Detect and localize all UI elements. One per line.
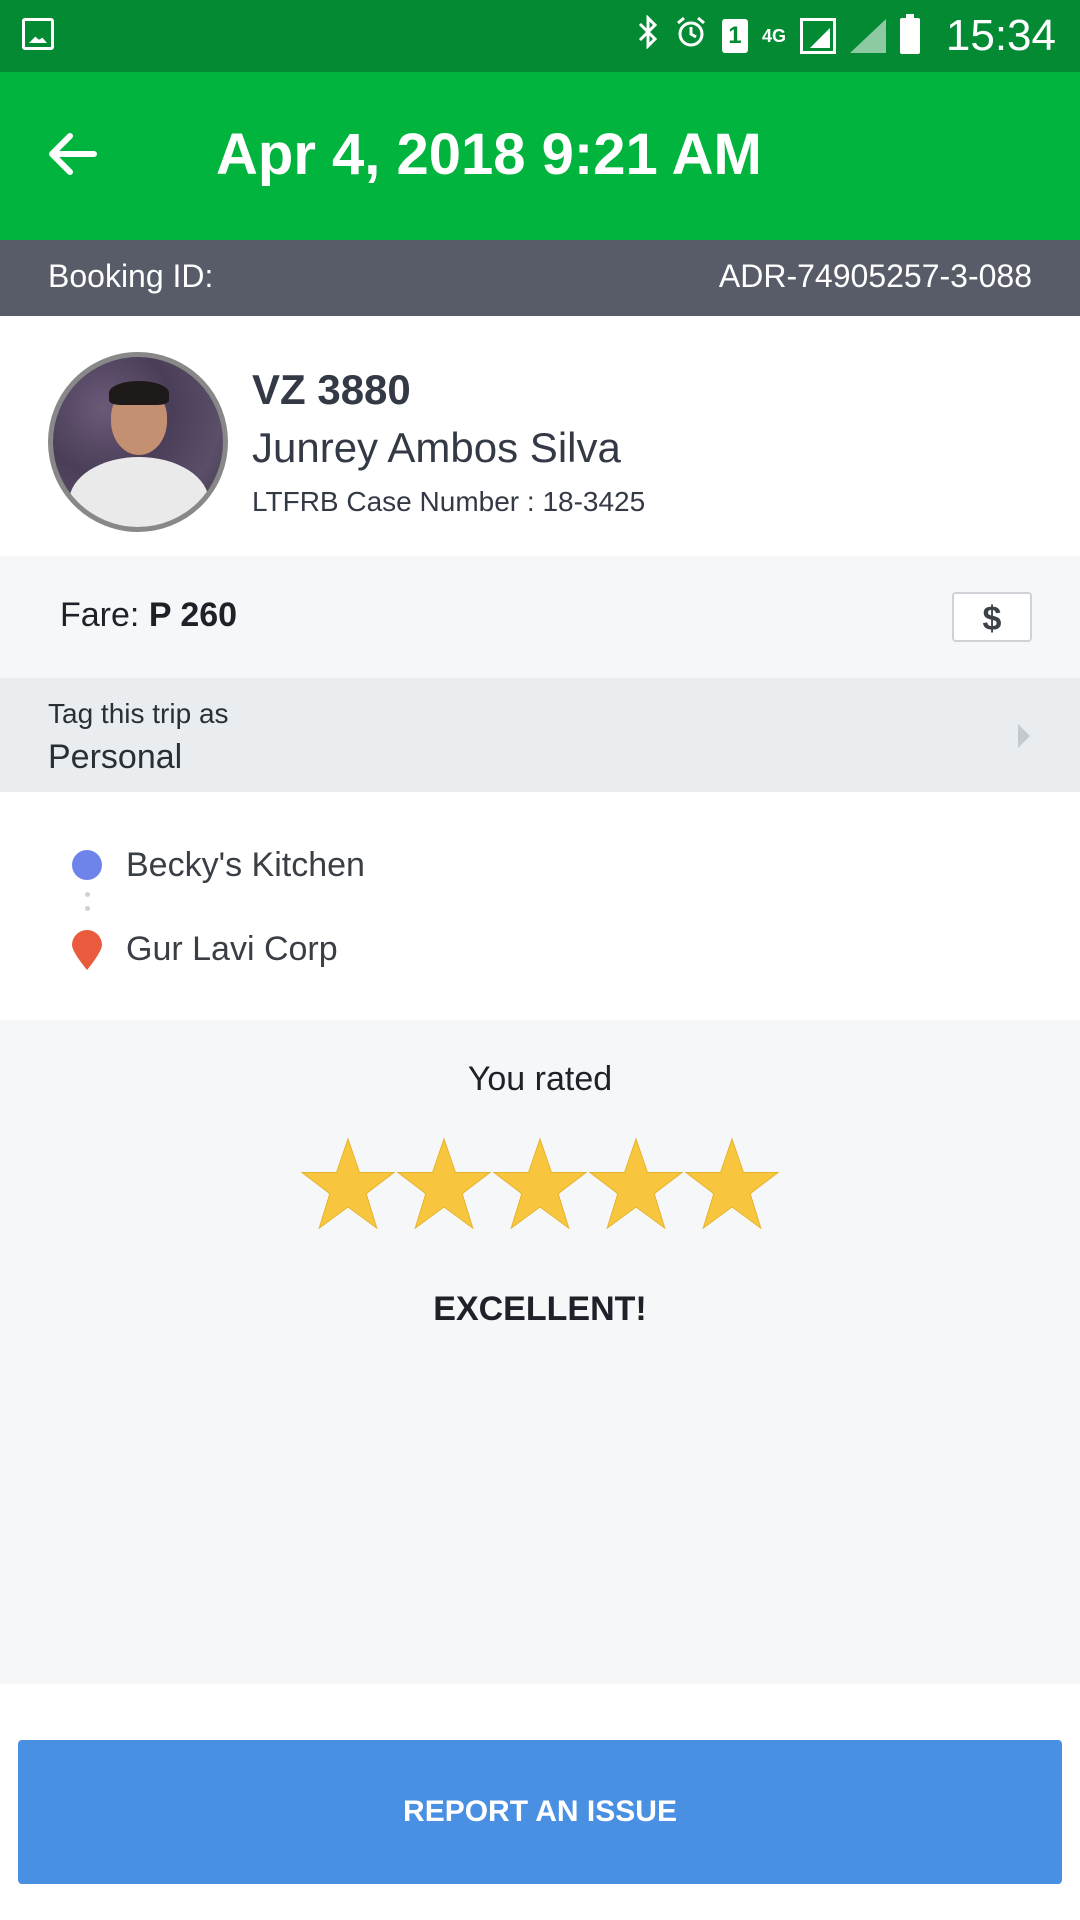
app-bar: Apr 4, 2018 9:21 AM bbox=[0, 72, 1080, 240]
route-section: Becky's Kitchen Gur Lavi Corp bbox=[0, 792, 1080, 1020]
chevron-right-icon bbox=[1018, 724, 1030, 748]
bluetooth-icon bbox=[636, 14, 660, 57]
avatar bbox=[48, 352, 228, 532]
star-icon[interactable] bbox=[396, 1136, 492, 1232]
fare-text: Fare: P 260 bbox=[60, 596, 237, 635]
status-time: 15:34 bbox=[945, 11, 1056, 60]
rating-label: You rated bbox=[467, 1060, 613, 1098]
star-icon[interactable] bbox=[492, 1136, 588, 1232]
tag-value: Personal bbox=[48, 738, 183, 776]
dropoff-location: Gur Lavi Corp bbox=[126, 930, 338, 968]
gallery-icon bbox=[22, 18, 54, 50]
back-arrow-icon[interactable] bbox=[44, 124, 104, 184]
battery-icon bbox=[900, 14, 920, 54]
driver-card: VZ 3880 Junrey Ambos Silva LTFRB Case Nu… bbox=[0, 316, 1080, 556]
star-icon[interactable] bbox=[588, 1136, 684, 1232]
booking-id-value: ADR-74905257-3-088 bbox=[718, 258, 1032, 294]
booking-id-label: Booking ID: bbox=[48, 258, 214, 294]
rating-verdict: EXCELLENT! bbox=[433, 1290, 647, 1328]
location-pin-icon bbox=[72, 930, 102, 970]
route-dot bbox=[85, 906, 90, 911]
sim-icon: 1 bbox=[721, 19, 748, 53]
pickup-dot-icon bbox=[72, 850, 102, 880]
driver-name: Junrey Ambos Silva bbox=[252, 424, 621, 471]
tag-label: Tag this trip as bbox=[48, 698, 229, 729]
network-4g-icon: 4G bbox=[761, 26, 786, 46]
fare-row: Fare: P 260 $ bbox=[0, 556, 1080, 678]
signal-icon bbox=[850, 19, 886, 53]
status-icons: 1 4G bbox=[636, 14, 920, 58]
report-issue-button[interactable]: REPORT AN ISSUE bbox=[18, 1740, 1062, 1884]
vehicle-plate: VZ 3880 bbox=[252, 366, 411, 413]
bottom-bar: REPORT AN ISSUE bbox=[0, 1684, 1080, 1920]
star-icon[interactable] bbox=[300, 1136, 396, 1232]
pickup-location: Becky's Kitchen bbox=[126, 846, 365, 884]
alarm-icon bbox=[674, 15, 708, 57]
fare-label: Fare: bbox=[60, 596, 149, 634]
booking-bar: Booking ID: ADR-74905257-3-088 bbox=[0, 240, 1080, 316]
fare-amount: P 260 bbox=[148, 596, 238, 634]
tag-trip-row[interactable]: Tag this trip as Personal bbox=[0, 678, 1080, 792]
page-title: Apr 4, 2018 9:21 AM bbox=[216, 122, 762, 187]
star-icon[interactable] bbox=[684, 1136, 780, 1232]
signal-icon bbox=[800, 18, 836, 54]
star-rating bbox=[300, 1136, 780, 1246]
rating-section: You rated EXCELLENT! bbox=[0, 1020, 1080, 1684]
fare-details-button[interactable]: $ bbox=[952, 592, 1032, 642]
case-number: LTFRB Case Number : 18-3425 bbox=[252, 486, 646, 517]
route-dot bbox=[85, 892, 90, 897]
status-bar: 1 4G 15:34 bbox=[0, 0, 1080, 72]
